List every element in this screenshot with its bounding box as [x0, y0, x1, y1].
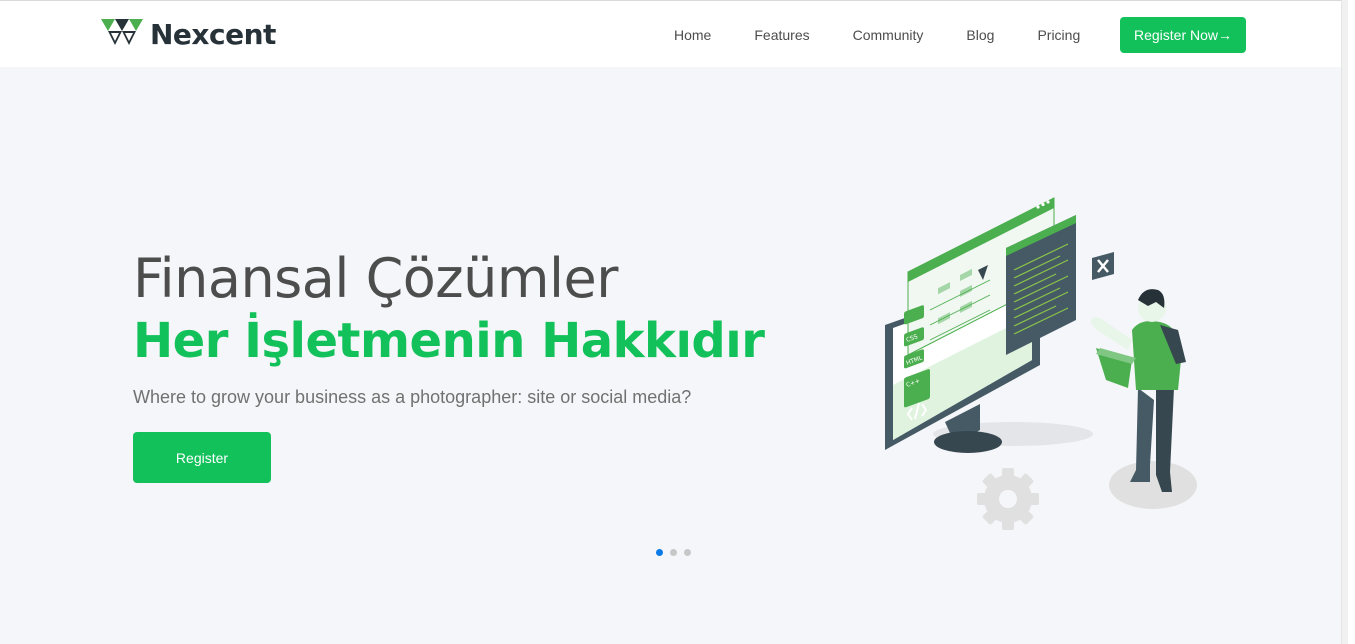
close-icon: [1092, 252, 1114, 280]
hero-subtitle: Where to grow your business as a photogr…: [133, 387, 692, 407]
hero-illustration: CSS HTML C++: [885, 197, 1197, 530]
nav-pricing[interactable]: Pricing: [1037, 27, 1080, 43]
person-figure: [1091, 289, 1186, 492]
brand-name: Nexcent: [150, 17, 276, 51]
nav-home[interactable]: Home: [674, 27, 711, 43]
vertical-scrollbar[interactable]: [1341, 0, 1348, 644]
nav-features[interactable]: Features: [754, 27, 809, 43]
nav-community[interactable]: Community: [853, 27, 924, 43]
slider-dots: [656, 549, 698, 556]
main-nav: Home Features Community Blog Pricing: [652, 17, 1080, 53]
brand-logo[interactable]: Nexcent: [101, 17, 276, 51]
hero-title-accent: Her İşletmenin Hakkıdır: [133, 313, 765, 369]
gear-icon: [977, 468, 1039, 530]
slider-dot-3[interactable]: [684, 549, 691, 556]
slider-dot-1[interactable]: [656, 549, 663, 556]
site-header: Nexcent Home Features Community Blog Pri…: [0, 0, 1348, 67]
hero-title: Finansal Çözümler: [133, 247, 618, 310]
slider-dot-2[interactable]: [670, 549, 677, 556]
nav-blog[interactable]: Blog: [966, 27, 994, 43]
logo-icon: [101, 19, 143, 45]
register-button[interactable]: Register: [133, 432, 271, 483]
register-now-button[interactable]: Register Now→: [1120, 17, 1246, 53]
landing-page: Nexcent Home Features Community Blog Pri…: [0, 0, 1348, 644]
